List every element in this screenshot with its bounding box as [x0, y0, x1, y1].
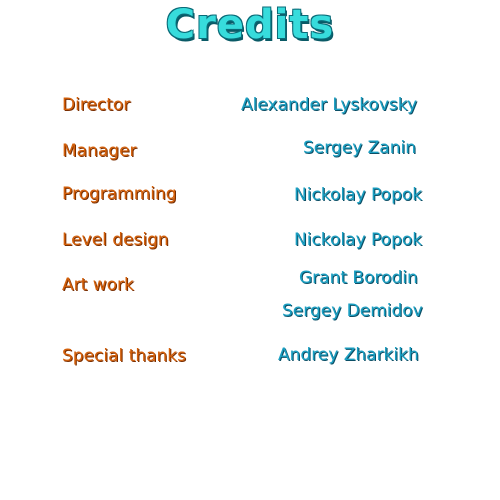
credit-name-level-design: Nickolay Popok — [294, 230, 423, 250]
credit-name-manager: Sergey Zanin — [303, 138, 416, 158]
credit-role-art-work: Art work — [62, 275, 134, 295]
credit-name-art-work-1: Grant Borodin — [299, 268, 418, 288]
credit-role-level-design: Level design — [62, 230, 169, 250]
credit-role-manager: Manager — [62, 141, 137, 161]
credits-screen: Credits Director Alexander Lyskovsky Man… — [0, 0, 500, 500]
credit-role-director: Director — [62, 95, 131, 115]
page-title: Credits — [165, 2, 335, 48]
credit-role-programming: Programming — [62, 184, 177, 204]
credit-role-special-thanks: Special thanks — [62, 346, 186, 366]
credit-name-special-thanks: Andrey Zharkikh — [278, 345, 419, 365]
credit-name-art-work-2: Sergey Demidov — [282, 301, 423, 321]
credit-name-director: Alexander Lyskovsky — [241, 95, 418, 115]
credit-name-programming: Nickolay Popok — [294, 185, 423, 205]
